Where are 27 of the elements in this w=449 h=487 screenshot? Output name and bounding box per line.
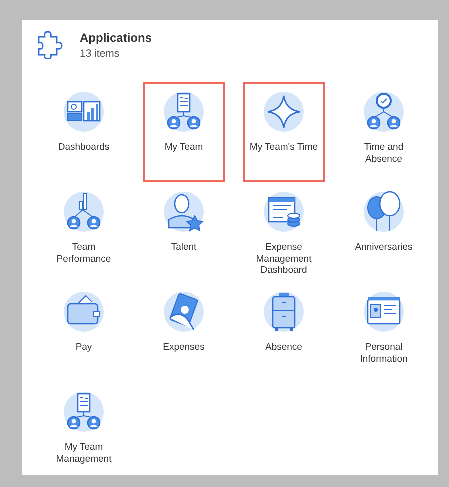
app-tile[interactable]: Absence bbox=[243, 282, 325, 382]
team-document-icon bbox=[62, 390, 106, 434]
app-tile[interactable]: Pay bbox=[43, 282, 125, 382]
wallet-icon bbox=[62, 290, 106, 334]
app-tile[interactable]: Time and Absence bbox=[343, 82, 425, 182]
suitcase-icon bbox=[262, 290, 306, 334]
dashboard-icon bbox=[62, 90, 106, 134]
balloons-icon bbox=[362, 190, 406, 234]
clock-team-icon bbox=[362, 90, 406, 134]
app-tile[interactable]: Expense Management Dashboard bbox=[243, 182, 325, 282]
app-tile[interactable]: My Team Management bbox=[43, 382, 125, 482]
app-tile[interactable]: Anniversaries bbox=[343, 182, 425, 282]
hand-cash-icon bbox=[162, 290, 206, 334]
sparkle-icon bbox=[262, 90, 306, 134]
app-tile[interactable]: Team Performance bbox=[43, 182, 125, 282]
section-title: Applications bbox=[80, 31, 152, 45]
chart-team-icon bbox=[62, 190, 106, 234]
id-card-icon bbox=[362, 290, 406, 334]
expense-report-icon bbox=[262, 190, 306, 234]
app-tile[interactable]: My Team's Time bbox=[243, 82, 325, 182]
app-tile[interactable]: Personal Information bbox=[343, 282, 425, 382]
app-tile[interactable]: Talent bbox=[143, 182, 225, 282]
app-tile[interactable]: Expenses bbox=[143, 282, 225, 382]
item-count: 13 items bbox=[80, 48, 121, 60]
app-tile[interactable]: My Team bbox=[143, 82, 225, 182]
team-document-icon bbox=[162, 90, 206, 134]
app-tile[interactable]: Dashboards bbox=[43, 82, 125, 182]
